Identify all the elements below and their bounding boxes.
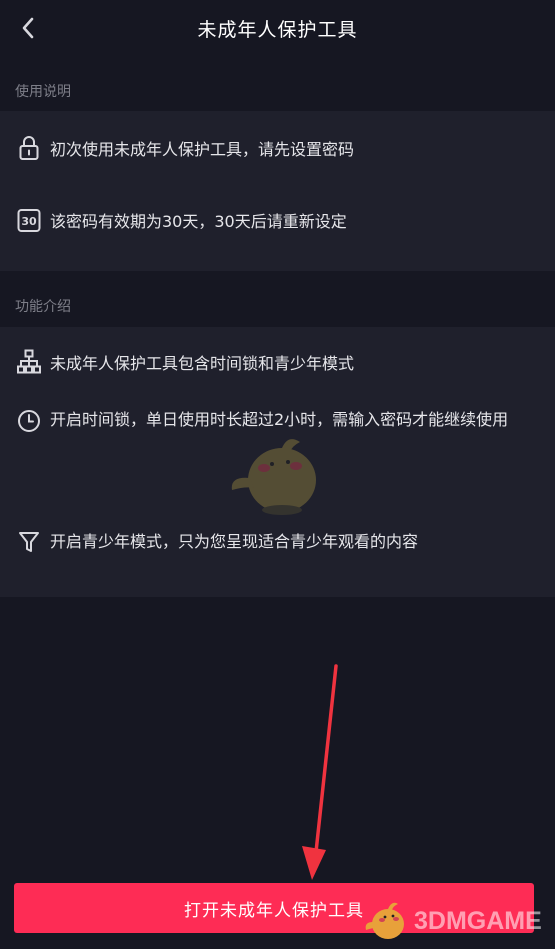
lock-icon [16,135,42,161]
list-item: 开启青少年模式，只为您呈现适合青少年观看的内容 [0,517,555,597]
svg-text:30: 30 [21,215,37,228]
hierarchy-icon [16,349,42,375]
features-section-label: 功能介绍 [15,299,71,315]
usage-section-label: 使用说明 [15,84,71,100]
list-item-text: 该密码有效期为30天，30天后请重新设定 [50,212,347,231]
list-item: 未成年人保护工具包含时间锁和青少年模式 [0,327,555,405]
calendar-30-icon: 30 [16,207,42,233]
list-item-text: 开启青少年模式，只为您呈现适合青少年观看的内容 [50,532,419,551]
list-item-text: 开启时间锁，单日使用时长超过2小时，需输入密码才能继续使用 [50,410,509,429]
filter-icon [16,529,42,555]
usage-card: 初次使用未成年人保护工具，请先设置密码 30 该密码有效期为30天，30天后请重… [0,111,555,271]
list-item: 初次使用未成年人保护工具，请先设置密码 [0,111,555,191]
top-bar: 未成年人保护工具 [0,0,555,56]
watermark-text: 3DMGAME [414,906,542,935]
list-item-text: 初次使用未成年人保护工具，请先设置密码 [50,140,355,159]
mascot-watermark-icon [231,439,316,515]
clock-icon [16,408,42,434]
list-item: 30 该密码有效期为30天，30天后请重新设定 [0,191,555,271]
chevron-left-icon [22,17,34,39]
watermark: 3DMGAME [364,898,542,944]
mascot-logo-icon [365,902,404,939]
open-protection-tool-label: 打开未成年人保护工具 [184,900,364,921]
page-title: 未成年人保护工具 [197,18,358,41]
list-item-text: 未成年人保护工具包含时间锁和青少年模式 [50,354,355,373]
back-button[interactable] [14,14,42,42]
